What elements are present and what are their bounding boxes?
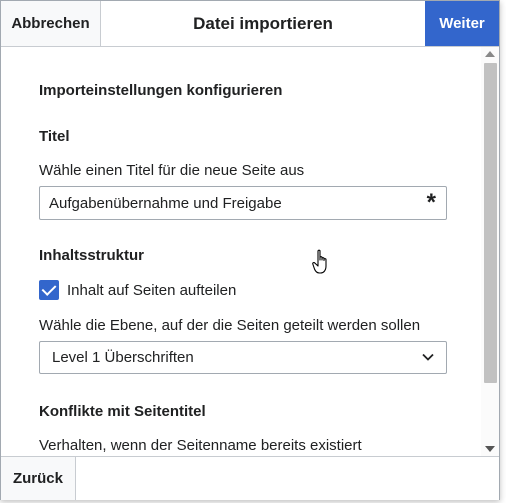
split-level-dropdown[interactable]: Level 1 Überschriften	[39, 341, 447, 374]
required-indicator: *	[426, 189, 436, 216]
import-file-dialog: Abbrechen Datei importieren Weiter Impor…	[0, 0, 500, 500]
dialog-header: Abbrechen Datei importieren Weiter	[1, 1, 499, 47]
split-pages-label[interactable]: Inhalt auf Seiten aufteilen	[67, 282, 236, 299]
split-level-value: Level 1 Überschriften	[52, 349, 194, 366]
conflicts-help-text: Verhalten, wenn der Seitenname bereits e…	[39, 437, 362, 454]
hand-pointer-icon	[312, 249, 327, 274]
page-title-value: Aufgabenübernahme und Freigabe	[49, 195, 282, 212]
vertical-scrollbar[interactable]	[481, 47, 499, 456]
chevron-down-icon	[422, 353, 434, 361]
dialog-title: Datei importieren	[193, 13, 333, 33]
scroll-up-arrow-icon[interactable]	[485, 51, 495, 57]
scroll-down-arrow-icon[interactable]	[485, 446, 495, 452]
conflicts-heading: Konflikte mit Seitentitel	[39, 403, 206, 420]
back-button[interactable]: Zurück	[1, 457, 76, 500]
level-help-text: Wähle die Ebene, auf der die Seiten gete…	[39, 317, 421, 334]
cancel-button[interactable]: Abbrechen	[1, 1, 101, 46]
title-heading: Titel	[39, 128, 70, 145]
structure-heading: Inhaltsstruktur	[39, 247, 145, 264]
next-button[interactable]: Weiter	[425, 1, 499, 46]
split-pages-checkbox[interactable]	[39, 280, 59, 300]
title-help-text: Wähle einen Titel für die neue Seite aus	[39, 162, 305, 179]
dialog-body[interactable]: Importeinstellungen konfigurieren Titel …	[1, 47, 499, 456]
page-title-input[interactable]: Aufgabenübernahme und Freigabe *	[39, 186, 447, 220]
settings-heading: Importeinstellungen konfigurieren	[39, 82, 283, 99]
scroll-thumb[interactable]	[484, 63, 497, 383]
background-page	[500, 0, 506, 503]
dialog-footer: Zurück	[1, 456, 499, 500]
